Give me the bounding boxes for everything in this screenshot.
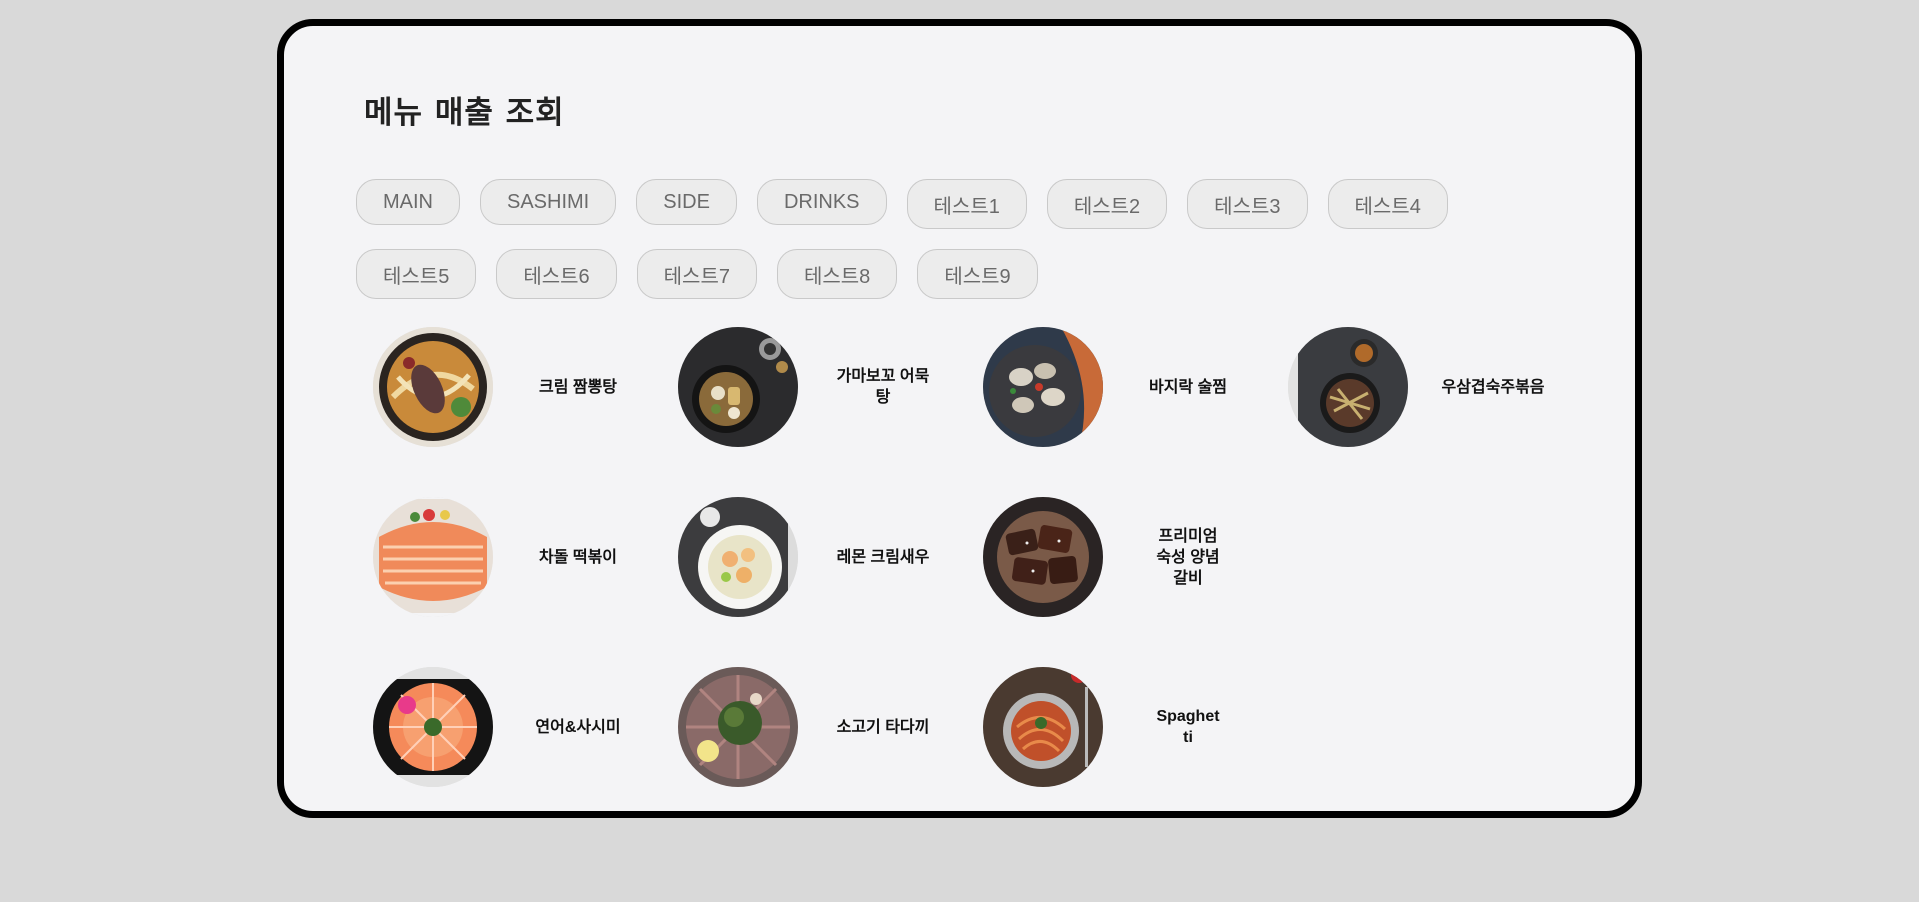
category-test4-button[interactable]: 테스트4 xyxy=(1327,179,1448,229)
menu-card[interactable]: 프리미엄 숙성 양념갈비 xyxy=(983,497,1283,617)
marinated-ribs-photo xyxy=(983,497,1103,617)
clam-steam-photo xyxy=(983,327,1103,447)
cream-jjamppong-photo xyxy=(373,327,493,447)
menu-item-name: 소고기 타다끼 xyxy=(836,718,930,736)
menu-card[interactable]: 차돌 떡볶이 xyxy=(373,497,673,617)
salmon-sashimi-photo xyxy=(373,667,493,787)
lemon-cream-shrimp-photo xyxy=(678,497,798,617)
menu-item-name: 연어&사시미 xyxy=(535,718,621,736)
menu-card[interactable]: 바지락 술찜 xyxy=(983,327,1283,447)
menu-item-name: 가마보꼬 어묵탕 xyxy=(836,368,930,406)
spaghetti-photo xyxy=(983,667,1103,787)
menu-item-name: 프리미엄 숙성 양념갈비 xyxy=(1156,527,1220,587)
fishcake-soup-photo xyxy=(678,327,798,447)
category-test6-button[interactable]: 테스트6 xyxy=(496,249,617,299)
category-sashimi-button[interactable]: SASHIMI xyxy=(480,179,617,225)
menu-card[interactable]: 크림 짬뽕탕 xyxy=(373,327,673,447)
menu-item-name: 우삼겹숙주볶음 xyxy=(1441,378,1545,396)
category-test5-button[interactable]: 테스트5 xyxy=(356,249,477,299)
menu-item-name: 바지락 술찜 xyxy=(1148,378,1228,396)
category-test3-button[interactable]: 테스트3 xyxy=(1187,179,1308,229)
menu-card[interactable]: Spaghetti xyxy=(983,667,1283,787)
beef-sprout-stirfry-photo xyxy=(1288,327,1408,447)
menu-card[interactable]: 연어&사시미 xyxy=(373,667,673,787)
page-title: 메뉴 매출 조회 xyxy=(364,95,565,131)
menu-item-name: Spaghetti xyxy=(1156,708,1220,746)
salmon-platter-photo xyxy=(373,497,493,617)
sales-panel: 메뉴 매출 조회 MAIN SASHIMI SIDE DRINKS 테스트1 테… xyxy=(277,19,1642,818)
beef-tataki-photo xyxy=(678,667,798,787)
category-test8-button[interactable]: 테스트8 xyxy=(776,249,898,299)
category-test7-button[interactable]: 테스트7 xyxy=(636,249,757,299)
category-filter-bar: MAIN SASHIMI SIDE DRINKS 테스트1 테스트2 테스트3 … xyxy=(356,179,1506,299)
menu-item-name: 레몬 크림새우 xyxy=(836,548,930,566)
category-test2-button[interactable]: 테스트2 xyxy=(1046,179,1168,229)
category-drinks-button[interactable]: DRINKS xyxy=(756,179,887,225)
menu-card[interactable]: 레몬 크림새우 xyxy=(678,497,978,617)
category-test1-button[interactable]: 테스트1 xyxy=(906,179,1027,229)
menu-item-name: 차돌 떡볶이 xyxy=(538,548,618,566)
menu-item-name: 크림 짬뽕탕 xyxy=(538,378,618,396)
menu-card[interactable]: 소고기 타다끼 xyxy=(678,667,978,787)
category-test9-button[interactable]: 테스트9 xyxy=(917,249,1038,299)
category-side-button[interactable]: SIDE xyxy=(636,179,737,225)
menu-card[interactable]: 우삼겹숙주볶음 xyxy=(1288,327,1588,447)
category-main-button[interactable]: MAIN xyxy=(356,179,460,225)
menu-card[interactable]: 가마보꼬 어묵탕 xyxy=(678,327,978,447)
